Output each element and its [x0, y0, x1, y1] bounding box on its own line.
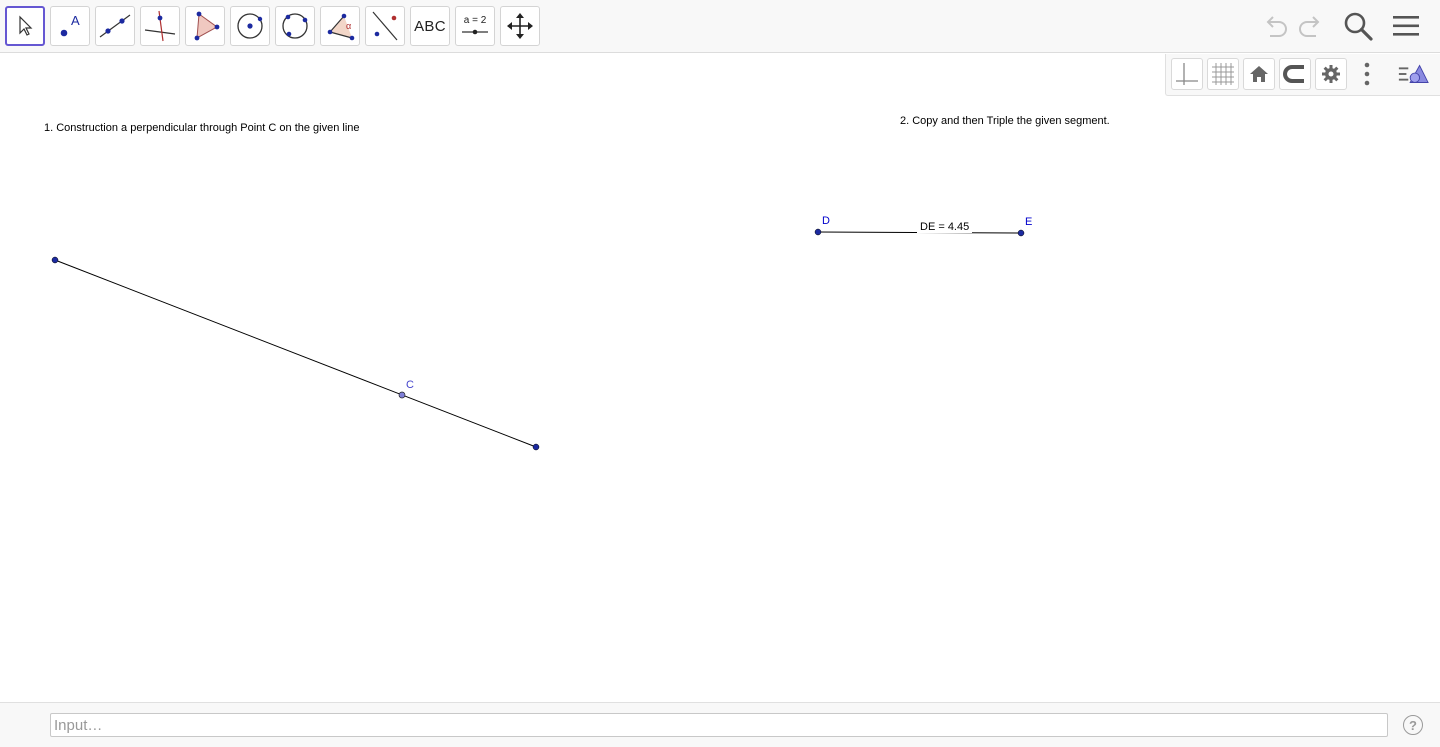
search-icon: [1344, 12, 1373, 41]
circle-three-points-icon: [282, 13, 308, 39]
standard-view-button[interactable]: [1243, 58, 1275, 90]
slider-tool[interactable]: a = 2: [455, 6, 495, 46]
reflect-about-line-icon: [372, 11, 398, 41]
text-icon: ABC: [414, 17, 446, 35]
point-e[interactable]: [1017, 229, 1025, 237]
toggle-axes-button[interactable]: [1171, 58, 1203, 90]
point-capturing-button[interactable]: [1279, 58, 1311, 90]
point-c[interactable]: [398, 391, 406, 399]
algebra-input-field[interactable]: [50, 713, 1388, 737]
graphics-style-bar: [1165, 54, 1440, 96]
more-vertical-icon: [1364, 62, 1370, 86]
point-d[interactable]: [814, 228, 822, 236]
point-c-label: C: [406, 379, 414, 391]
grid-icon: [1212, 63, 1234, 85]
point-tool[interactable]: A: [50, 6, 90, 46]
move-graphics-view-tool[interactable]: [500, 6, 540, 46]
menu-icon: [1393, 16, 1419, 36]
search-button[interactable]: [1340, 8, 1376, 44]
redo-icon: [1299, 16, 1320, 37]
polygon-tool[interactable]: [185, 6, 225, 46]
move-arrows-icon: [507, 13, 533, 39]
line-endpoint-left[interactable]: [51, 256, 59, 264]
more-options-button[interactable]: [1351, 58, 1383, 90]
point-tool-label: A: [71, 13, 80, 28]
undo-icon: [1266, 16, 1287, 37]
line-through-points-icon: [99, 14, 131, 38]
angle-icon: α: [327, 13, 355, 41]
redo-button[interactable]: [1293, 8, 1329, 44]
toggle-algebra-view-button[interactable]: [1397, 58, 1429, 90]
point-capture-icon: [1283, 65, 1304, 83]
circle-center-icon: [237, 13, 263, 39]
algebra-toggle-icon: [1398, 64, 1429, 83]
slider-icon: a = 2: [462, 15, 488, 35]
line-tool[interactable]: [95, 6, 135, 46]
arrow-cursor-icon: [19, 15, 33, 36]
perpendicular-icon: [144, 10, 176, 42]
geogebra-app: A α ABC a = 2 1. Construction a perpendi…: [0, 0, 1440, 747]
construction-drawing: [51, 228, 1025, 451]
point-d-label: D: [822, 215, 830, 227]
task-1-text[interactable]: 1. Construction a perpendicular through …: [44, 122, 360, 134]
given-line[interactable]: [54, 259, 537, 448]
input-bar: ?: [0, 702, 1440, 747]
segment-de-length-label: DE = 4.45: [917, 221, 973, 233]
circle-center-point-tool[interactable]: [230, 6, 270, 46]
axes-icon: [1176, 63, 1198, 85]
undo-button[interactable]: [1257, 8, 1293, 44]
graphics-settings-button[interactable]: [1315, 58, 1347, 90]
task-2-text[interactable]: 2. Copy and then Triple the given segmen…: [900, 115, 1110, 127]
circle-three-points-tool[interactable]: [275, 6, 315, 46]
input-help-button[interactable]: ?: [1403, 715, 1423, 735]
main-menu-button[interactable]: [1388, 8, 1424, 44]
angle-tool[interactable]: α: [320, 6, 360, 46]
point-e-label: E: [1025, 216, 1033, 228]
polygon-icon: [194, 11, 220, 41]
move-tool[interactable]: [5, 6, 45, 46]
graphics-view[interactable]: 1. Construction a perpendicular through …: [0, 54, 1440, 702]
text-tool[interactable]: ABC: [410, 6, 450, 46]
point-icon: A: [60, 13, 80, 37]
slider-tool-label: a = 2: [464, 15, 487, 26]
reflect-tool[interactable]: [365, 6, 405, 46]
home-icon: [1250, 66, 1268, 82]
perpendicular-line-tool[interactable]: [140, 6, 180, 46]
angle-tool-label: α: [346, 21, 351, 31]
tool-bar: A α ABC a = 2: [0, 0, 1440, 53]
settings-icon: [1322, 65, 1340, 83]
toggle-grid-button[interactable]: [1207, 58, 1239, 90]
line-endpoint-right[interactable]: [532, 443, 540, 451]
